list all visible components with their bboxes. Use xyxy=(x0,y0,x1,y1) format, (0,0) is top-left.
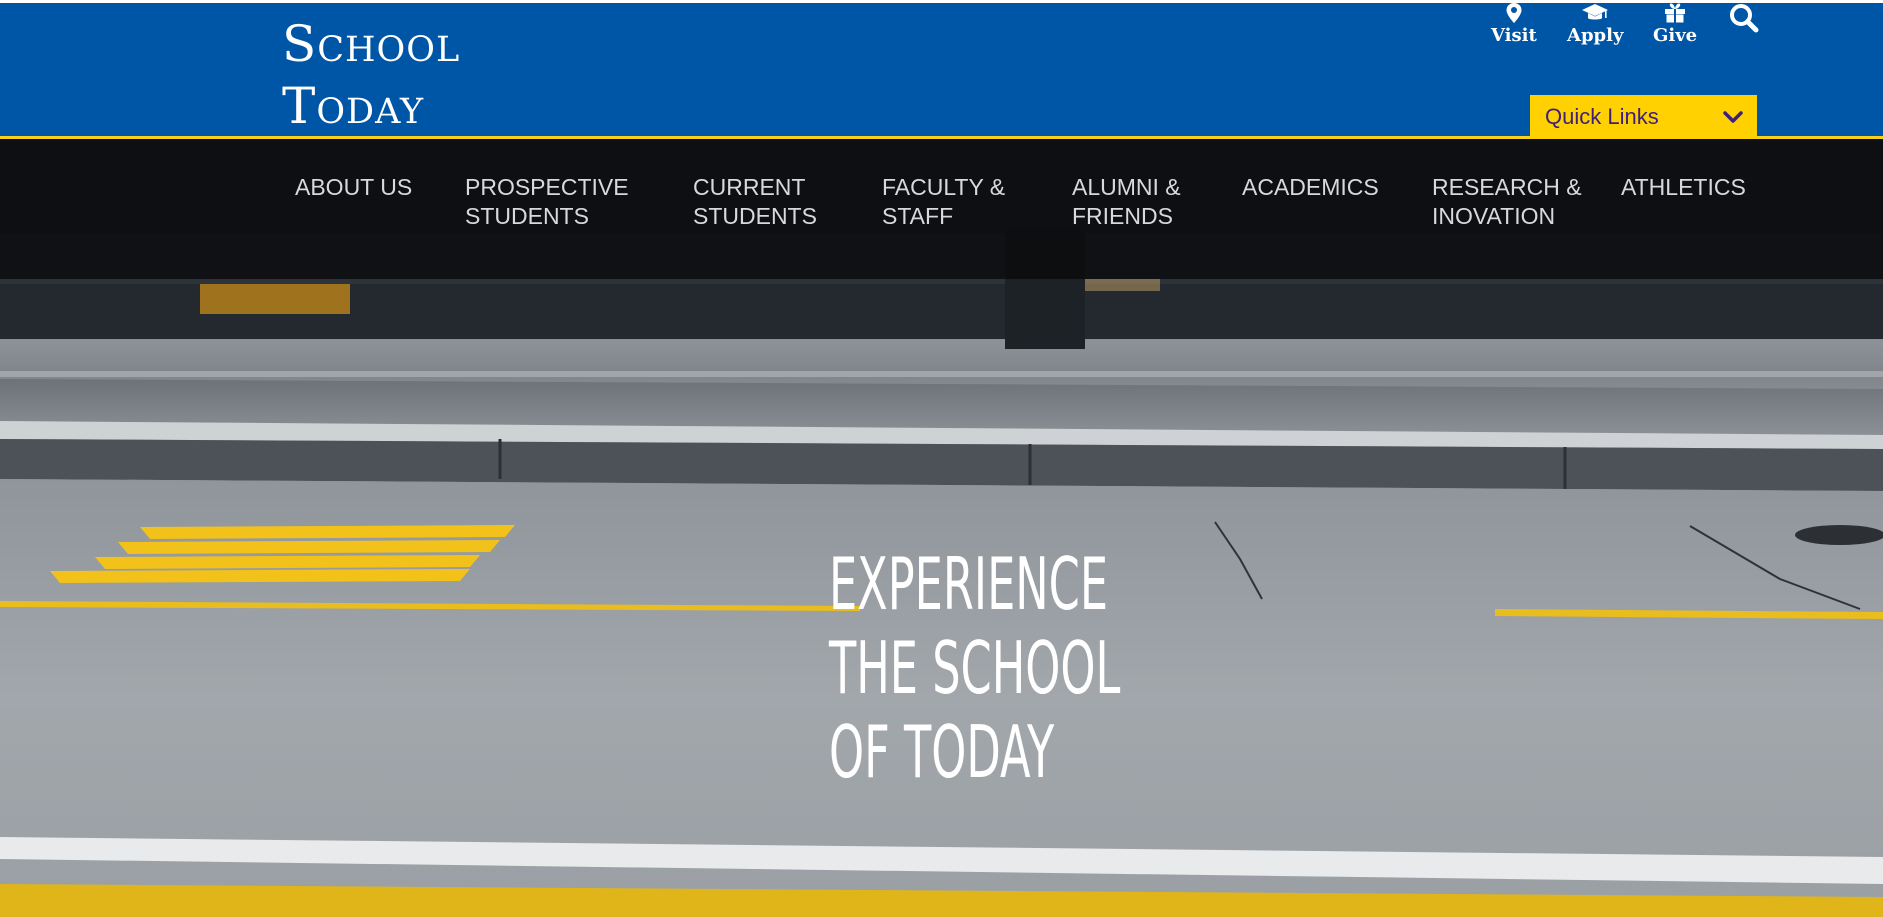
nav-label-line2: Friends xyxy=(1072,203,1173,229)
nav-item-athletics[interactable]: Athletics xyxy=(1621,173,1746,202)
nav-item-faculty-staff[interactable]: Faculty & Staff xyxy=(882,173,1005,231)
chevron-down-icon xyxy=(1723,111,1743,123)
map-marker-icon xyxy=(1506,3,1522,23)
main-nav: About Us Prospective Students Current St… xyxy=(0,139,1883,279)
apply-link[interactable]: Apply xyxy=(1567,3,1623,46)
logo-line-1: School xyxy=(282,15,460,77)
gift-icon xyxy=(1665,3,1686,23)
hero-headline-line1: EXPERIENCE xyxy=(828,542,1109,626)
visit-label: Visit xyxy=(1491,25,1537,46)
logo-line-1-text: School xyxy=(282,15,461,73)
nav-label-line1: About Us xyxy=(295,174,413,200)
give-link[interactable]: Give xyxy=(1653,3,1697,46)
search-icon xyxy=(1730,4,1759,33)
nav-label-line2: Students xyxy=(693,203,817,229)
nav-item-research-inovation[interactable]: Research & Inovation xyxy=(1432,173,1582,231)
site-logo[interactable]: School Today xyxy=(282,15,460,139)
nav-label-line1: Prospective xyxy=(465,174,629,200)
nav-label-line1: Faculty & xyxy=(882,174,1006,200)
nav-label-line2: Students xyxy=(465,203,589,229)
page: School Today Visit Apply Give Quick Link… xyxy=(0,0,1883,917)
hero-headline-line2: THE SCHOOL xyxy=(828,626,1121,710)
search-button[interactable] xyxy=(1729,3,1759,35)
quick-links-label: Quick Links xyxy=(1545,104,1659,129)
hero-headline: EXPERIENCE THE SCHOOL OF TODAY xyxy=(828,542,1121,794)
quick-links-dropdown[interactable]: Quick Links xyxy=(1530,95,1757,139)
nav-label-line1: Current xyxy=(693,174,806,200)
nav-item-academics[interactable]: Academics xyxy=(1242,173,1379,202)
logo-line-2: Today xyxy=(282,77,460,139)
graduation-cap-icon xyxy=(1582,4,1609,20)
nav-label-line2: Staff xyxy=(882,203,954,229)
nav-label-line1: Research & xyxy=(1432,174,1582,200)
apply-label: Apply xyxy=(1567,25,1624,46)
hero-headline-line3: OF TODAY xyxy=(828,710,1055,794)
visit-link[interactable]: Visit xyxy=(1491,3,1537,46)
nav-label-line2: Inovation xyxy=(1432,203,1556,229)
logo-line-2-text: Today xyxy=(282,77,425,135)
nav-item-about-us[interactable]: About Us xyxy=(295,173,412,202)
give-label: Give xyxy=(1653,25,1698,46)
nav-item-alumni-friends[interactable]: Alumni & Friends xyxy=(1072,173,1181,231)
nav-label-line1: Alumni & xyxy=(1072,174,1181,200)
nav-item-prospective-students[interactable]: Prospective Students xyxy=(465,173,629,231)
nav-label-line1: Academics xyxy=(1242,174,1379,200)
nav-item-current-students[interactable]: Current Students xyxy=(693,173,817,231)
nav-label-line1: Athletics xyxy=(1621,174,1746,200)
